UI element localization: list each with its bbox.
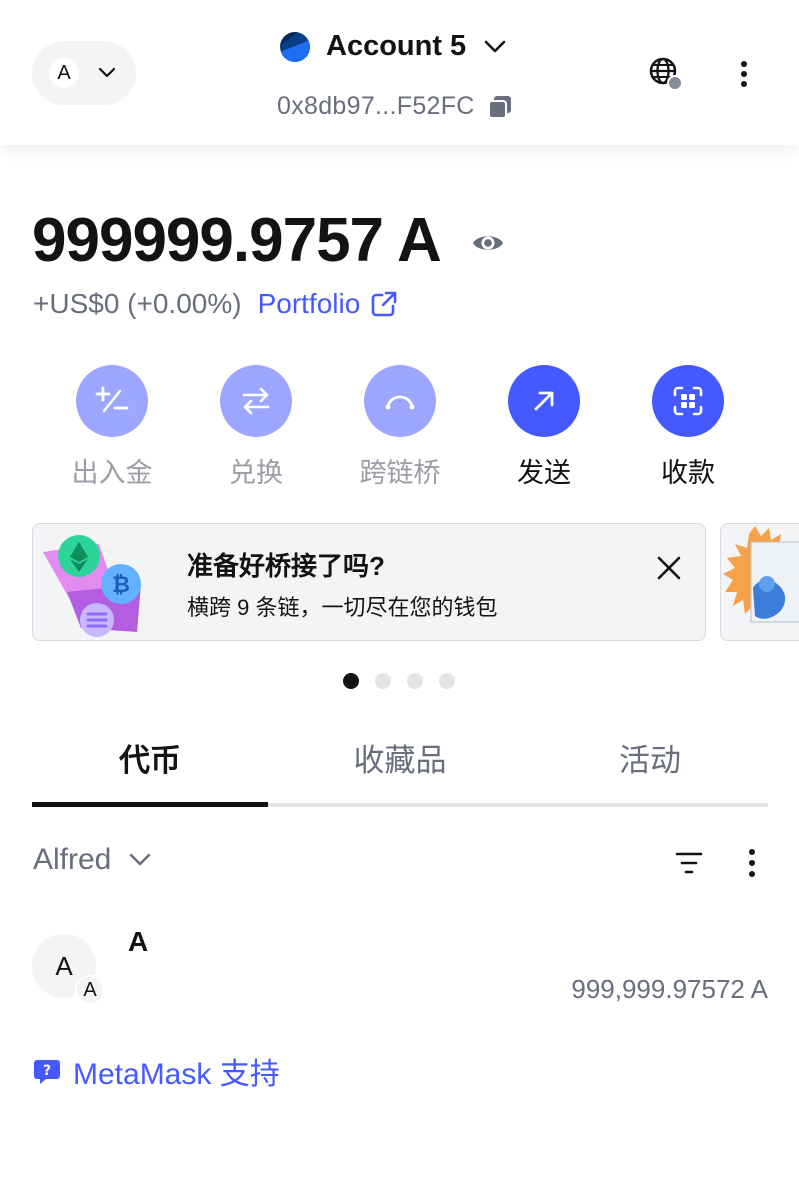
chevron-down-icon — [98, 67, 116, 78]
receive-button[interactable]: 收款 — [616, 365, 760, 490]
tab-activity[interactable]: 活动 — [532, 735, 768, 780]
support-label: MetaMask 支持 — [73, 1058, 280, 1091]
buy-sell-button[interactable]: 出入金 — [40, 365, 184, 490]
send-button[interactable]: 发送 — [472, 365, 616, 490]
action-circle — [220, 365, 292, 437]
action-label: 发送 — [517, 458, 571, 488]
tab-active-indicator — [32, 802, 268, 807]
tab-nfts[interactable]: 收藏品 — [282, 735, 518, 780]
action-circle — [364, 365, 436, 437]
account-avatar-icon — [280, 31, 310, 62]
next-promo-card[interactable] — [720, 523, 799, 641]
balance-amount: 999999.9757 A — [32, 206, 442, 275]
promo-illustration — [723, 526, 799, 623]
metamask-support-link[interactable]: ? MetaMask 支持 — [33, 1049, 280, 1093]
account-name: Account 5 — [326, 30, 467, 62]
svg-text:?: ? — [43, 1063, 51, 1079]
svg-text:₿: ₿ — [112, 573, 130, 598]
banner-subtitle: 横跨 9 条链，一切尽在您的钱包 — [187, 595, 498, 620]
crypto-coins-illustration: ₿ — [43, 535, 141, 637]
network-picker[interactable]: A — [32, 41, 136, 105]
action-circle — [508, 365, 580, 437]
arrow-up-right-icon — [534, 391, 554, 411]
network-avatar: A — [49, 58, 79, 88]
balance-change: +US$0 (+0.00%) — [33, 288, 242, 319]
action-label: 兑换 — [229, 458, 283, 488]
network-filter[interactable]: Alfred — [33, 843, 153, 877]
action-label: 出入金 — [71, 458, 153, 488]
carousel-dot[interactable] — [375, 673, 391, 689]
app-header: A Account 5 0x8db97...F52FC — [0, 0, 799, 145]
carousel-dot[interactable] — [439, 673, 455, 689]
action-label: 跨链桥 — [359, 458, 441, 488]
eye-icon[interactable] — [471, 226, 505, 260]
sort-filter-icon[interactable] — [674, 848, 704, 878]
external-link-icon — [371, 291, 397, 317]
close-icon[interactable] — [653, 552, 685, 584]
action-circle — [76, 365, 148, 437]
banner-title: 准备好桥接了吗? — [187, 551, 385, 581]
asset-tabs: 代币 收藏品 活动 — [32, 735, 768, 807]
qr-icon — [673, 386, 703, 416]
token-amount: 999,999.97572 A — [571, 974, 768, 1004]
help-chat-icon: ? — [34, 1060, 60, 1084]
action-circle — [652, 365, 724, 437]
tab-tokens[interactable]: 代币 — [32, 735, 268, 780]
carousel-dots — [343, 673, 455, 689]
chevron-down-icon — [130, 853, 151, 866]
network-filter-label: Alfred — [33, 843, 112, 876]
balance-row: 999999.9757 A — [32, 205, 505, 276]
action-buttons: 出入金 兑换 跨链桥 发送 收款 — [40, 365, 760, 488]
account-address: 0x8db97...F52FC — [277, 92, 475, 120]
bridge-button[interactable]: 跨链桥 — [328, 365, 472, 490]
chevron-down-icon — [484, 40, 506, 52]
account-address-copy[interactable]: 0x8db97...F52FC — [277, 92, 513, 121]
balance-change-row: +US$0 (+0.00%) Portfolio — [33, 288, 398, 320]
token-name: A — [128, 926, 149, 957]
more-options-icon[interactable] — [738, 846, 766, 880]
plus-minus-icon — [95, 386, 129, 413]
bridge-icon — [385, 395, 415, 410]
swap-button[interactable]: 兑换 — [184, 365, 328, 490]
bridge-promo-card[interactable]: ₿ 准备好桥接了吗? 横跨 9 条链，一切尽在您的钱包 — [32, 523, 706, 641]
action-label: 收款 — [661, 458, 715, 488]
carousel-dot[interactable] — [407, 673, 423, 689]
carousel-dot[interactable] — [343, 673, 359, 689]
account-picker[interactable]: Account 5 — [280, 30, 508, 63]
copy-icon[interactable] — [487, 94, 513, 120]
globe-icon[interactable] — [648, 56, 684, 92]
more-options-icon[interactable] — [730, 58, 758, 90]
portfolio-link[interactable]: Portfolio — [258, 288, 399, 320]
network-badge: A — [75, 975, 105, 1005]
portfolio-label: Portfolio — [257, 288, 361, 319]
swap-icon — [242, 387, 270, 415]
